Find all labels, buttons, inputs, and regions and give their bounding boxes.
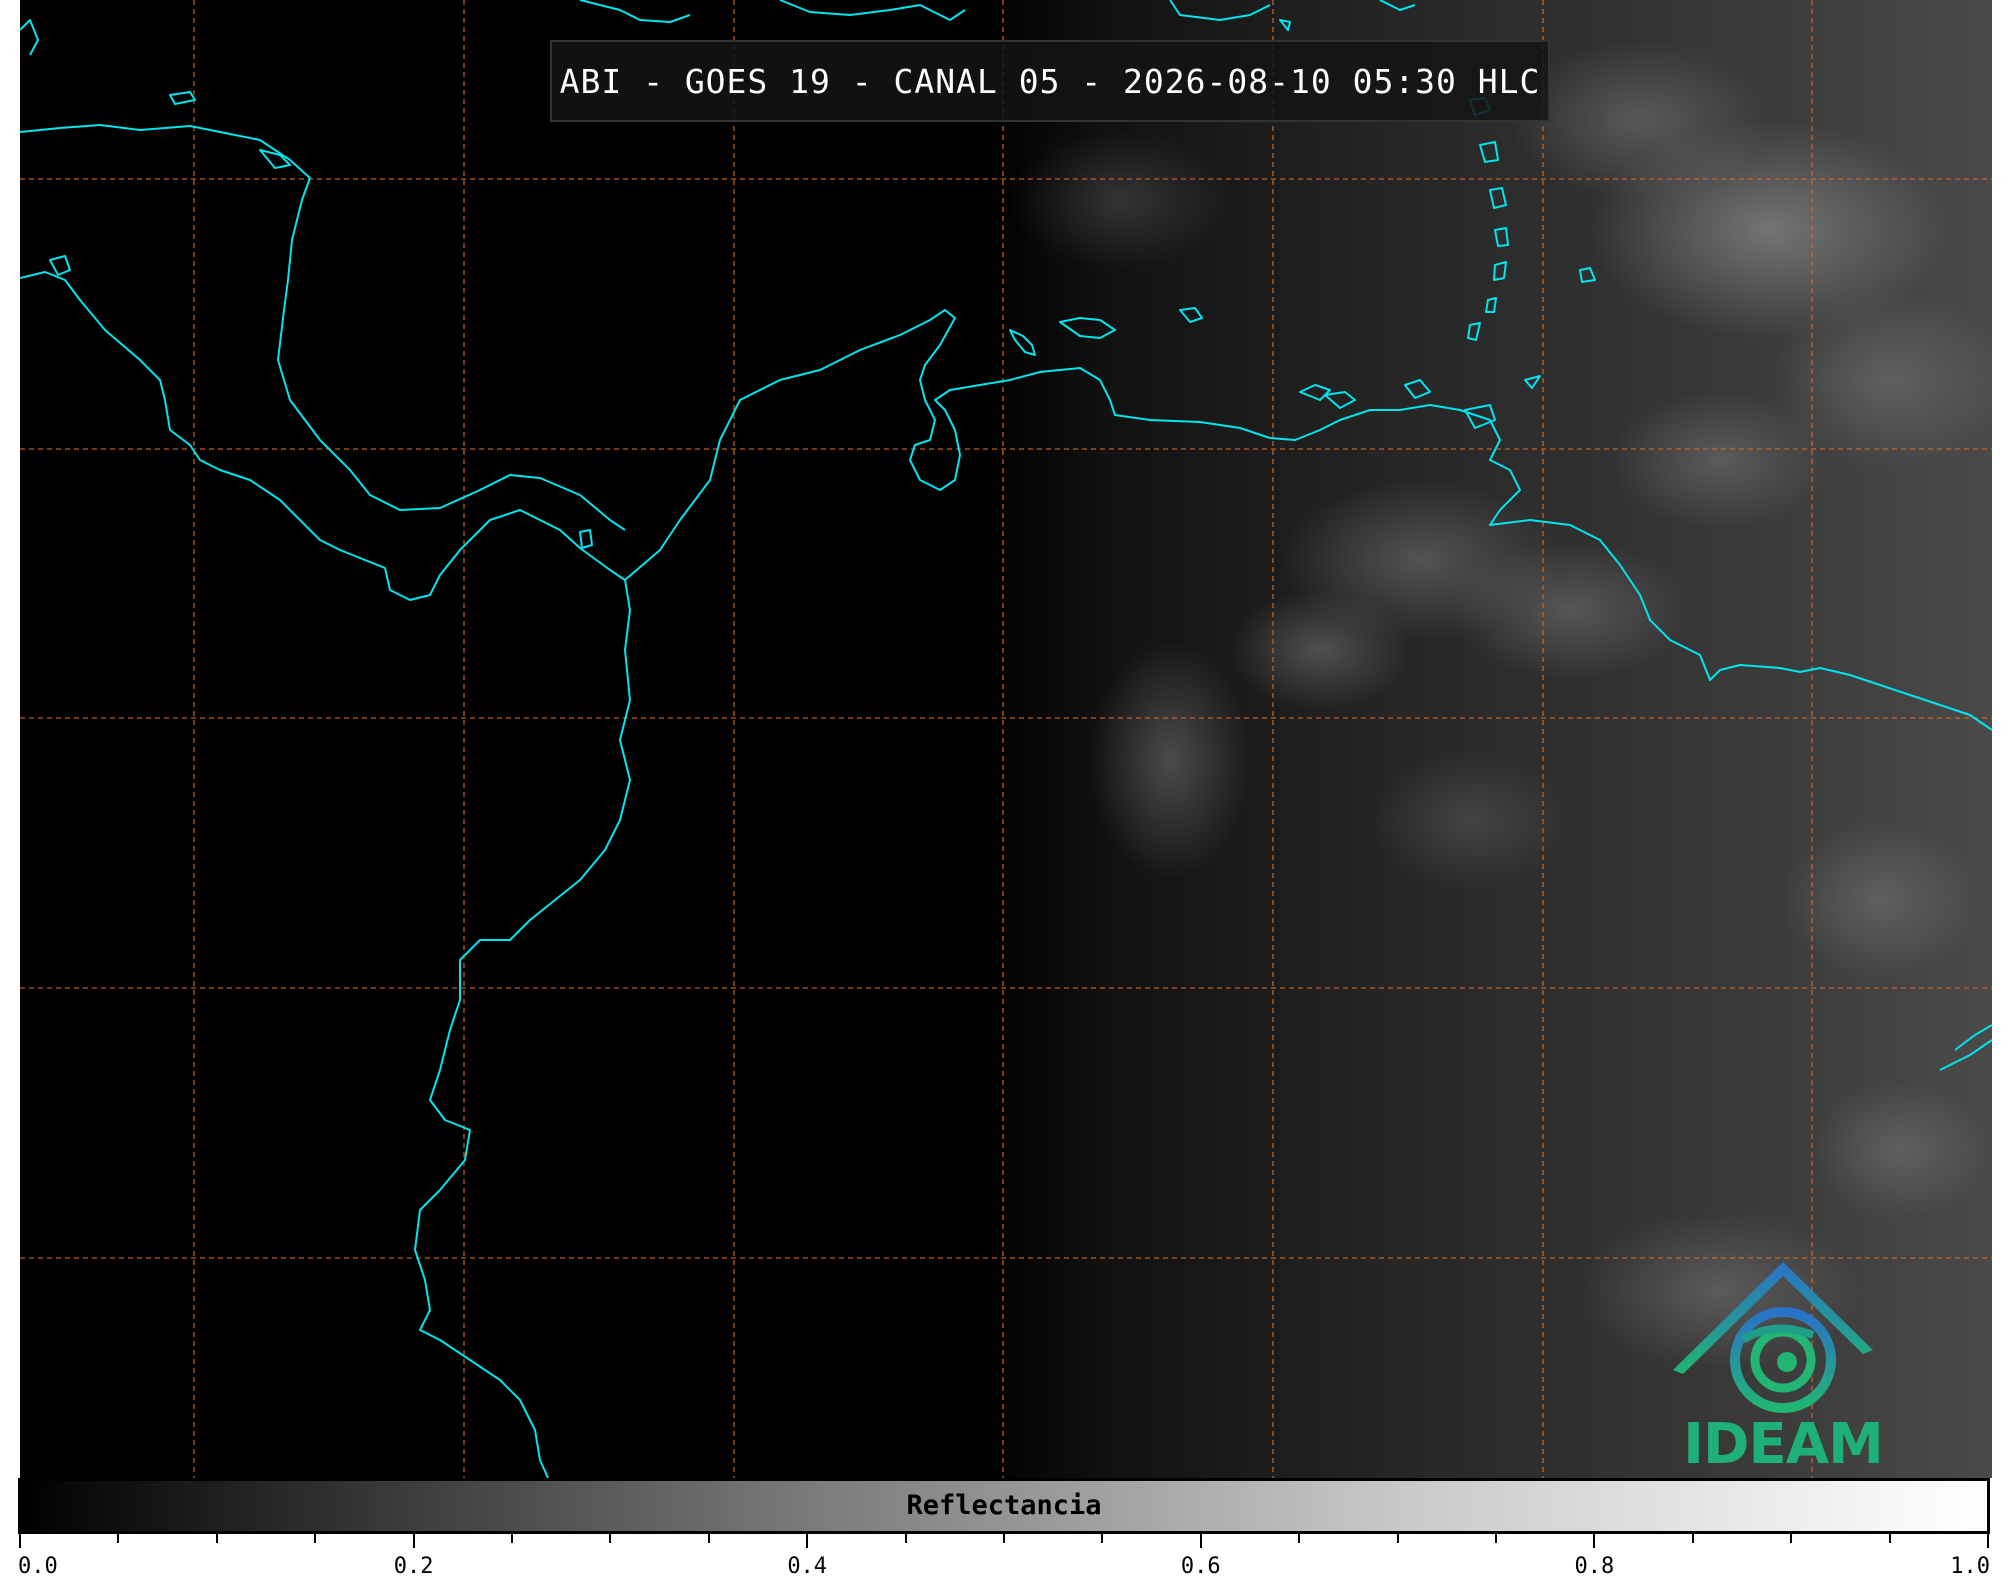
colorbar-label: Reflectancia	[906, 1490, 1102, 1521]
colorbar: Reflectancia	[18, 1478, 1992, 1538]
map-title: ABI - GOES 19 - CANAL 05 - 2026-08-10 05…	[559, 61, 1541, 101]
colorbar-major-tick	[19, 1534, 21, 1548]
colorbar-minor-tick	[707, 1534, 710, 1543]
colorbar-tick-label: 1.0	[1950, 1554, 1990, 1579]
colorbar-major-tick	[1987, 1534, 1989, 1548]
colorbar-tick-label: 0.6	[1180, 1554, 1221, 1579]
colorbar-minor-tick	[117, 1534, 120, 1543]
colorbar-minor-tick	[1888, 1534, 1891, 1543]
ideam-mountain-swirl-icon	[1673, 1262, 1873, 1413]
colorbar-minor-tick	[1790, 1534, 1793, 1543]
colorbar-minor-tick	[1495, 1534, 1497, 1543]
colorbar-major-tick	[1199, 1534, 1202, 1548]
colorbar-minor-tick	[314, 1534, 317, 1543]
colorbar-minor-tick	[1101, 1534, 1104, 1543]
colorbar-ticks: 0.0 0.2 0.4 0.6 0.8 1.0	[18, 1534, 1994, 1579]
colorbar-minor-tick	[215, 1534, 218, 1543]
colorbar-major-tick	[806, 1534, 809, 1548]
colorbar-minor-tick	[904, 1534, 907, 1543]
ideam-logo: IDEAM	[1663, 1250, 1923, 1477]
colorbar-major-tick	[1593, 1534, 1596, 1548]
colorbar-minor-tick	[609, 1534, 612, 1543]
colorbar-tick-label: 0.8	[1574, 1554, 1615, 1579]
colorbar-tick-label: 0.2	[393, 1554, 434, 1579]
colorbar-minor-tick	[1298, 1534, 1301, 1543]
colorbar-minor-tick	[1396, 1534, 1399, 1543]
ideam-logo-text: IDEAM	[1683, 1412, 1884, 1477]
colorbar-minor-tick	[1003, 1534, 1005, 1543]
map-title-box: ABI - GOES 19 - CANAL 05 - 2026-08-10 05…	[550, 40, 1550, 122]
satellite-map[interactable]: ABI - GOES 19 - CANAL 05 - 2026-08-10 05…	[20, 0, 1992, 1478]
colorbar-minor-tick	[1691, 1534, 1694, 1543]
colorbar-minor-tick	[511, 1534, 513, 1543]
colorbar-tick-label: 0.4	[787, 1554, 828, 1579]
colorbar-tick-label: 0.0	[18, 1554, 58, 1579]
colorbar-major-tick	[412, 1534, 415, 1548]
